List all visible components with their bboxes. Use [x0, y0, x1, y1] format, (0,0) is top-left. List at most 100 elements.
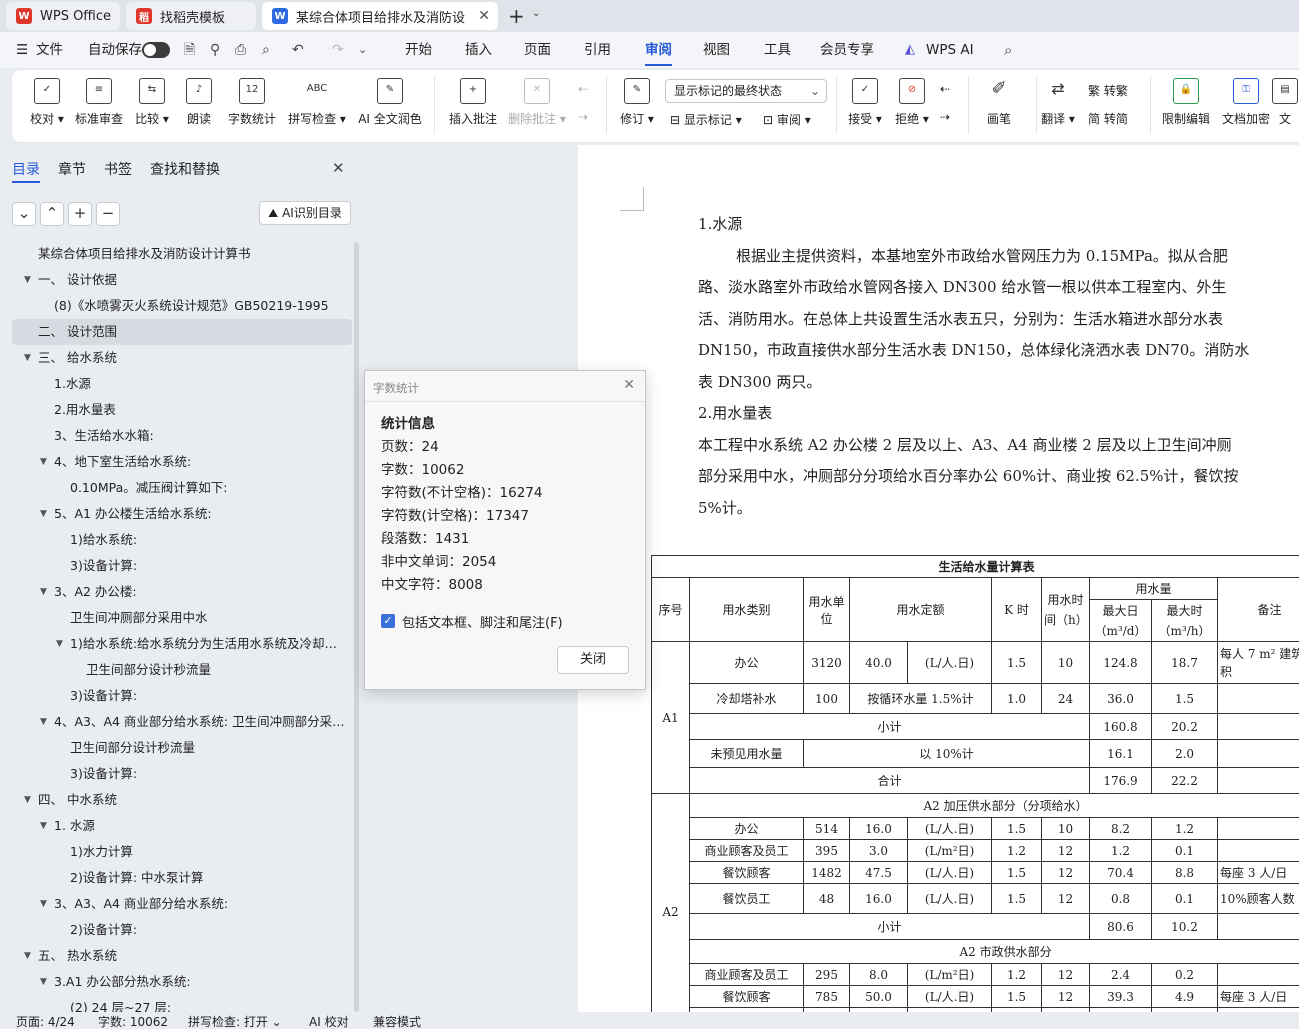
- chevron-down-icon[interactable]: ▼: [40, 969, 47, 995]
- toc-item[interactable]: ▼ 4、地下室生活给水系统:: [12, 449, 352, 475]
- chevron-down-icon[interactable]: ▼: [24, 345, 31, 371]
- show-markup-button[interactable]: ⊟ 显示标记 ▾: [670, 111, 742, 128]
- tab-toc[interactable]: 目录: [12, 159, 40, 179]
- toc-item[interactable]: ▼ 3、A3、A4 商业部分给水系统:: [12, 891, 352, 917]
- menu-wps-ai[interactable]: WPS AI: [926, 32, 974, 68]
- chevron-down-icon[interactable]: ⌄: [532, 8, 540, 19]
- reject-button[interactable]: ⊘ 拒绝 ▾: [877, 78, 947, 127]
- tab-find-replace[interactable]: 查找和替换: [150, 159, 220, 179]
- menu-start[interactable]: 开始: [405, 32, 432, 68]
- chevron-down-icon[interactable]: ▼: [40, 501, 47, 527]
- track-changes-button[interactable]: ✎ 修订 ▾: [602, 78, 672, 127]
- toc-scrollbar[interactable]: [354, 242, 359, 1012]
- print-icon[interactable]: ⎙: [235, 32, 246, 68]
- next-comment-icon[interactable]: ⇢: [578, 110, 588, 124]
- hamburger-icon[interactable]: ☰: [16, 32, 28, 68]
- redo-icon[interactable]: ↷: [332, 32, 344, 68]
- document-page[interactable]: 1.水源 根据业主提供资料，本基地室外市政给水管网压力为 0.15MPa。拟从合…: [578, 145, 1299, 1012]
- menu-insert[interactable]: 插入: [465, 32, 492, 68]
- to-simplified-button[interactable]: 简 转简: [1088, 110, 1128, 127]
- toc-item[interactable]: ▼ 三、 给水系统: [12, 345, 352, 371]
- toc-item[interactable]: ▼ 五、 热水系统: [12, 943, 352, 969]
- tab-wps-office[interactable]: W WPS Office: [6, 2, 120, 30]
- close-tab-icon[interactable]: ✕: [478, 8, 490, 24]
- tab-document[interactable]: W 某综合体项目给排水及消防设 ✕: [262, 2, 498, 30]
- toc-item[interactable]: 3)设备计算:: [12, 761, 352, 787]
- status-page[interactable]: 页面: 4/24: [16, 1013, 75, 1029]
- toc-item[interactable]: 3)设备计算:: [12, 683, 352, 709]
- toc-item[interactable]: ▼ 一、 设计依据: [12, 267, 352, 293]
- new-tab-icon[interactable]: +: [508, 4, 525, 28]
- chevron-down-icon[interactable]: ▼: [24, 267, 31, 293]
- insert-comment-button[interactable]: + 插入批注: [438, 78, 508, 127]
- menu-page[interactable]: 页面: [524, 32, 551, 68]
- prev-change-icon[interactable]: ⇠: [940, 82, 950, 96]
- tab-bookmarks[interactable]: 书签: [104, 159, 132, 179]
- status-ai-proofread[interactable]: AI 校对: [309, 1013, 349, 1029]
- menu-review[interactable]: 审阅: [645, 32, 672, 68]
- chevron-down-icon[interactable]: ▼: [40, 449, 47, 475]
- word-count-button[interactable]: 12 字数统计: [217, 78, 287, 127]
- toc-item[interactable]: ▼ 4、A3、A4 商业部分给水系统: 卫生间冲厕部分采用中水: [12, 709, 352, 735]
- review-pane-button[interactable]: ⊡ 审阅 ▾: [763, 111, 811, 128]
- toc-item[interactable]: 卫生间部分设计秒流量: [12, 735, 352, 761]
- toc-item[interactable]: ▼ 1)给水系统:给水系统分为生活用水系统及冷却塔补水系统: [12, 631, 352, 657]
- next-change-icon[interactable]: ⇢: [940, 110, 950, 124]
- tab-chapters[interactable]: 章节: [58, 159, 86, 179]
- save-icon[interactable]: 🗎: [184, 32, 195, 68]
- chevron-down-icon[interactable]: ▼: [40, 579, 47, 605]
- delete-comment-button[interactable]: ✕ 删除批注 ▾: [502, 78, 572, 127]
- toc-item[interactable]: 2)设备计算:: [12, 917, 352, 943]
- chevron-down-icon[interactable]: ▼: [40, 813, 47, 839]
- toc-item[interactable]: 二、 设计范围: [12, 319, 352, 345]
- chevron-down-icon[interactable]: ▼: [40, 891, 47, 917]
- toc-item[interactable]: ▼ 5、A1 办公楼生活给水系统:: [12, 501, 352, 527]
- autosave-toggle[interactable]: [142, 42, 170, 58]
- undo-icon[interactable]: ↶: [292, 32, 304, 68]
- toc-item[interactable]: ▼ 3、A2 办公楼:: [12, 579, 352, 605]
- toc-item[interactable]: ▼ 四、 中水系统: [12, 787, 352, 813]
- toc-item[interactable]: 3)设备计算:: [12, 553, 352, 579]
- chevron-down-icon[interactable]: ▼: [24, 787, 31, 813]
- status-spell-check[interactable]: 拼写检查: 打开 ⌄: [188, 1013, 282, 1029]
- toc-item[interactable]: 某综合体项目给排水及消防设计计算书: [12, 241, 352, 267]
- expand-icon[interactable]: ⌃: [40, 202, 64, 226]
- customize-chevron-icon[interactable]: ⌄: [358, 32, 367, 68]
- chevron-down-icon[interactable]: ▼: [40, 709, 47, 735]
- menu-tools[interactable]: 工具: [764, 32, 791, 68]
- share-icon[interactable]: ⚲: [210, 32, 220, 68]
- remove-heading-icon[interactable]: −: [96, 202, 120, 226]
- collapse-icon[interactable]: ⌄: [12, 202, 36, 226]
- include-textbox-checkbox[interactable]: ✓: [381, 614, 395, 628]
- close-pane-icon[interactable]: ✕: [332, 159, 345, 177]
- toc-item[interactable]: 1.水源: [12, 371, 352, 397]
- tab-template[interactable]: 稻 找稻壳模板: [126, 2, 256, 30]
- ai-polish-button[interactable]: ✎ AI 全文润色: [355, 78, 425, 127]
- file-menu[interactable]: 文件: [36, 32, 63, 68]
- chevron-down-icon[interactable]: ▼: [56, 631, 63, 657]
- toc-item[interactable]: 0.10MPa。减压阀计算如下:: [12, 475, 352, 501]
- to-traditional-button[interactable]: 繁 转繁: [1088, 82, 1128, 99]
- spell-check-button[interactable]: ABC 拼写检查 ▾: [282, 78, 352, 127]
- doc-button[interactable]: ▤ 文: [1270, 78, 1299, 127]
- toc-item[interactable]: 2)设备计算: 中水泵计算: [12, 865, 352, 891]
- close-dialog-icon[interactable]: ✕: [623, 377, 635, 393]
- toc-item[interactable]: 3、生活给水水箱:: [12, 423, 352, 449]
- toc-item[interactable]: 1)水力计算: [12, 839, 352, 865]
- toc-item[interactable]: 卫生间冲厕部分采用中水: [12, 605, 352, 631]
- status-words[interactable]: 字数: 10062: [98, 1013, 168, 1029]
- toc-item[interactable]: ▼ 1. 水源: [12, 813, 352, 839]
- print-preview-icon[interactable]: ⌕: [262, 32, 270, 68]
- menu-member[interactable]: 会员专享: [820, 32, 874, 68]
- toc-item[interactable]: ▼ 3.A1 办公部分热水系统:: [12, 969, 352, 995]
- translate-button[interactable]: ⇄ 翻译 ▾: [1023, 78, 1093, 127]
- menu-reference[interactable]: 引用: [584, 32, 611, 68]
- chevron-down-icon[interactable]: ▼: [24, 943, 31, 969]
- prev-comment-icon[interactable]: ⇠: [578, 82, 588, 96]
- add-heading-icon[interactable]: +: [68, 202, 92, 226]
- menu-view[interactable]: 视图: [703, 32, 730, 68]
- toc-item[interactable]: (8)《水喷雾灭火系统设计规范》GB50219-1995: [12, 293, 352, 319]
- markup-state-select[interactable]: 显示标记的最终状态 ⌄: [665, 79, 827, 103]
- toc-item[interactable]: 1)给水系统:: [12, 527, 352, 553]
- toc-item[interactable]: 2.用水量表: [12, 397, 352, 423]
